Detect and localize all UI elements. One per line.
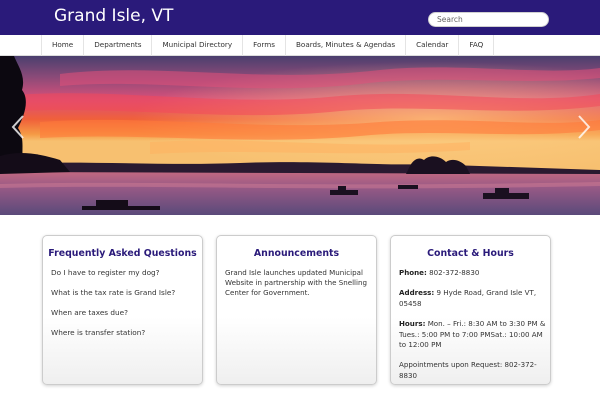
announcements-title: Announcements bbox=[253, 248, 340, 259]
contact-hours: Hours: Mon. – Fri.: 8:30 AM to 3:30 PM &… bbox=[399, 319, 547, 350]
faq-item-transfer-station[interactable]: Where is transfer station? bbox=[51, 328, 199, 348]
sunset-over-lake-photo bbox=[0, 56, 600, 215]
nav-calendar[interactable]: Calendar bbox=[406, 35, 460, 56]
contact-appointments: Appointments upon Request: 802-372-8830 bbox=[399, 360, 537, 380]
search-input[interactable] bbox=[428, 12, 549, 27]
phone-label: Phone: bbox=[399, 268, 427, 277]
announcements-card: Announcements Grand Isle launches update… bbox=[216, 235, 377, 385]
chevron-left-icon[interactable] bbox=[8, 114, 28, 140]
contact-title: Contact & Hours bbox=[427, 248, 514, 259]
nav-municipal-directory[interactable]: Municipal Directory bbox=[152, 35, 244, 56]
contact-address: Address: 9 Hyde Road, Grand Isle VT, 054… bbox=[399, 288, 547, 309]
site-header: Grand Isle, VT bbox=[0, 0, 600, 35]
nav-home[interactable]: Home bbox=[42, 35, 85, 56]
contact-phone: Phone: 802-372-8830 bbox=[399, 268, 547, 278]
faq-item-tax-rate[interactable]: What is the tax rate is Grand Isle? bbox=[51, 288, 199, 308]
hours-label: Hours: bbox=[399, 319, 426, 329]
main-nav: Home Departments Municipal Directory For… bbox=[0, 35, 600, 56]
announcement-text[interactable]: Grand Isle launches updated Municipal We… bbox=[225, 268, 371, 298]
site-title[interactable]: Grand Isle, VT bbox=[54, 6, 173, 26]
nav-departments[interactable]: Departments bbox=[84, 35, 153, 56]
nav-forms[interactable]: Forms bbox=[243, 35, 286, 56]
faq-item-taxes-due[interactable]: When are taxes due? bbox=[51, 308, 199, 328]
nav-boards-minutes-agendas[interactable]: Boards, Minutes & Agendas bbox=[286, 35, 407, 56]
hero-slideshow[interactable] bbox=[0, 56, 600, 215]
contact-card: Contact & Hours Phone: 802-372-8830 Addr… bbox=[390, 235, 551, 385]
faq-title: Frequently Asked Questions bbox=[48, 248, 197, 259]
faq-card: Frequently Asked Questions Do I have to … bbox=[42, 235, 203, 385]
address-label: Address: bbox=[399, 288, 435, 298]
nav-faq[interactable]: FAQ bbox=[459, 35, 495, 56]
chevron-right-icon[interactable] bbox=[574, 114, 594, 140]
phone-value[interactable]: 802-372-8830 bbox=[429, 268, 479, 277]
faq-item-dog-registration[interactable]: Do I have to register my dog? bbox=[51, 268, 199, 288]
